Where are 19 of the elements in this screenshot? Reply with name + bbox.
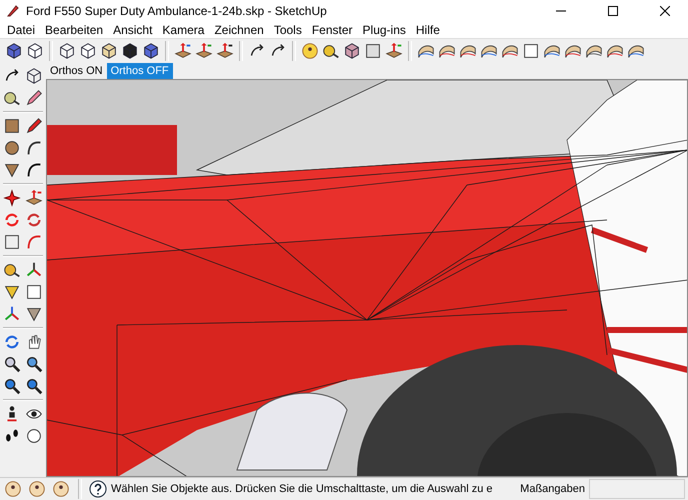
menu-item[interactable]: Kamera — [157, 23, 210, 37]
ortho-tab[interactable]: Orthos OFF — [106, 63, 173, 79]
app-logo-icon — [6, 4, 20, 18]
menu-item[interactable]: Ansicht — [108, 23, 158, 37]
menu-item[interactable]: Tools — [268, 23, 307, 37]
menu-item[interactable]: Bearbeiten — [40, 23, 108, 37]
status-hint: Wählen Sie Objekte aus. Drücken Sie die Umschalttaste, um die Auswahl zu e — [111, 483, 494, 495]
window-title: Ford F550 Super Duty Ambulance-1-24b.skp - SketchUp — [26, 4, 328, 18]
measurements-label: Maßangaben — [520, 483, 585, 495]
close-icon[interactable] — [660, 6, 670, 16]
help-icon[interactable] — [89, 480, 107, 498]
measurements-field[interactable] — [589, 479, 685, 499]
menu-item[interactable]: Hilfe — [410, 23, 445, 37]
menu-item[interactable]: Fenster — [306, 23, 358, 37]
move-icon[interactable] — [2, 187, 22, 209]
maximize-icon[interactable] — [608, 6, 618, 16]
menu-item[interactable]: Zeichnen — [209, 23, 269, 37]
menu-item[interactable]: Plug-ins — [358, 23, 411, 37]
menu-item[interactable]: Datei — [2, 23, 40, 37]
